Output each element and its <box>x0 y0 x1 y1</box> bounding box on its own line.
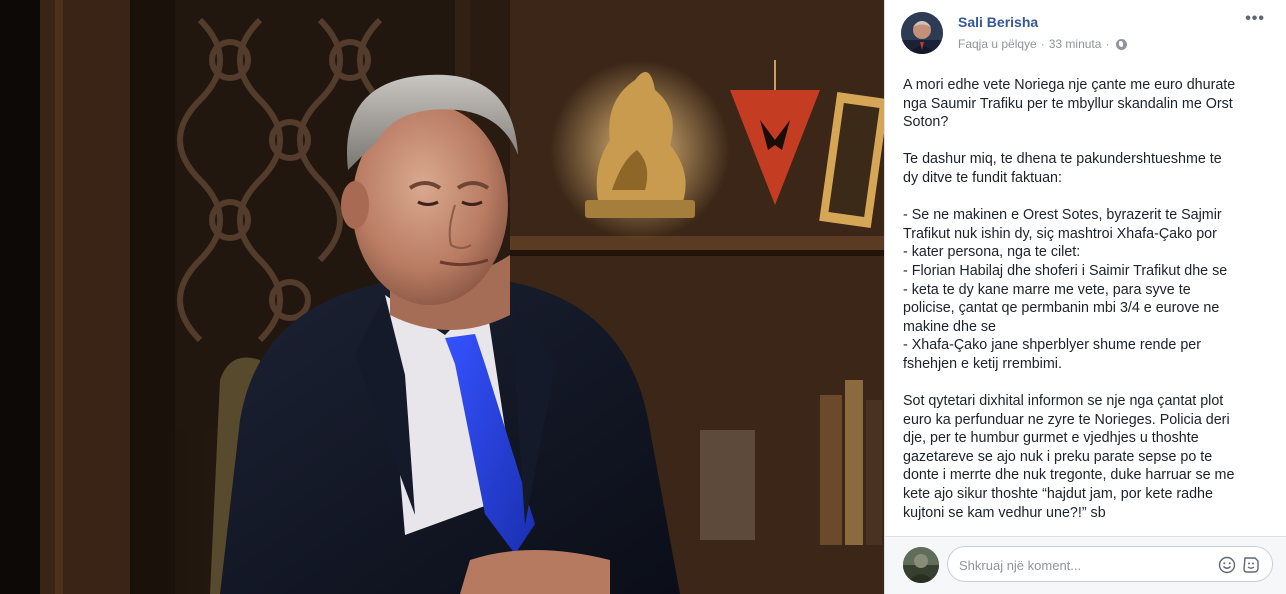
post-text-line: - Florian Habilaj dhe shoferi i Saimir T… <box>903 262 1228 279</box>
post-text-line: kujtoni se kam vedhur une?!” sb <box>903 504 1106 521</box>
photo-illustration <box>0 0 884 594</box>
more-options-icon[interactable]: ••• <box>1245 11 1265 27</box>
post-text-line: - Xhafa-Çako jane shperblyer shume rende… <box>903 337 1202 354</box>
post-text-line: Soton? <box>903 114 949 131</box>
post-text-line: makine dhe se <box>903 318 996 335</box>
author-name-link[interactable]: Sali Berisha <box>958 14 1038 30</box>
post-paragraph: Sot qytetari dixhital informon se nje ng… <box>903 392 1273 522</box>
post-text-line: kete ajo sikur thoshte “hajdut jam, por … <box>903 486 1213 503</box>
post-paragraph: A mori edhe vete Noriega nje çante me eu… <box>903 76 1273 132</box>
post-paragraph: Te dashur miq, te dhena te pakundershtue… <box>903 150 1273 187</box>
post-text-line: dje, per te humbur gurmet e vjedhjes u t… <box>903 430 1199 447</box>
post-text: A mori edhe vete Noriega nje çante me eu… <box>903 76 1273 541</box>
post-paragraph: - Se ne makinen e Orest Sotes, byrazerit… <box>903 206 1273 373</box>
sticker-icon[interactable] <box>1242 556 1260 574</box>
post-text-line: Sot qytetari dixhital informon se nje ng… <box>903 393 1224 410</box>
post-text-line: - kater persona, nga te cilet: <box>903 244 1081 261</box>
comment-input[interactable] <box>959 555 1199 575</box>
post-header: Sali Berisha Faqja u pëlqye · 33 minuta … <box>885 0 1286 64</box>
page-type-label: Faqja u pëlqye <box>958 37 1037 51</box>
meta-separator: · <box>1040 37 1045 51</box>
commenter-avatar-image <box>903 547 939 583</box>
comment-bar <box>885 536 1286 594</box>
post-panel: Sali Berisha Faqja u pëlqye · 33 minuta … <box>884 0 1286 594</box>
post-text-line: euro ka perfunduar ne zyre te Norieges. … <box>903 411 1230 428</box>
meta-separator-2: · <box>1105 37 1110 51</box>
post-meta: Faqja u pëlqye · 33 minuta · <box>958 37 1128 51</box>
post-text-line: - Se ne makinen e Orest Sotes, byrazerit… <box>903 207 1222 224</box>
post-text-line: Trafikut nuk ishin dy, siç mashtroi Xhaf… <box>903 225 1217 242</box>
comment-input-box[interactable] <box>947 546 1273 582</box>
author-avatar[interactable] <box>901 12 943 54</box>
post-text-line: donte i merrte dhe nuk tregonte, duke ha… <box>903 467 1235 484</box>
post-text-line: nga Saumir Trafiku per te mbyllur skanda… <box>903 95 1233 112</box>
post-text-line: gazetareve se ajo nuk i preku parate sep… <box>903 448 1213 465</box>
post-text-line: fshehjen e ketij rrembimi. <box>903 355 1062 372</box>
post-photo[interactable] <box>0 0 884 594</box>
post-text-line: - keta te dy kane marre me vete, para sy… <box>903 281 1191 298</box>
avatar-image <box>901 12 943 54</box>
globe-icon[interactable] <box>1116 38 1128 50</box>
post-text-line: dy ditve te fundit faktuan: <box>903 169 1062 186</box>
post-timestamp-link[interactable]: 33 minuta <box>1049 37 1102 51</box>
post-text-line: Te dashur miq, te dhena te pakundershtue… <box>903 151 1222 168</box>
post-text-line: A mori edhe vete Noriega nje çante me eu… <box>903 77 1236 93</box>
emoji-icon[interactable] <box>1218 556 1236 574</box>
commenter-avatar[interactable] <box>903 547 939 583</box>
post-text-line: policise, çantat qe permbanin mbi 3/4 e … <box>903 300 1220 317</box>
